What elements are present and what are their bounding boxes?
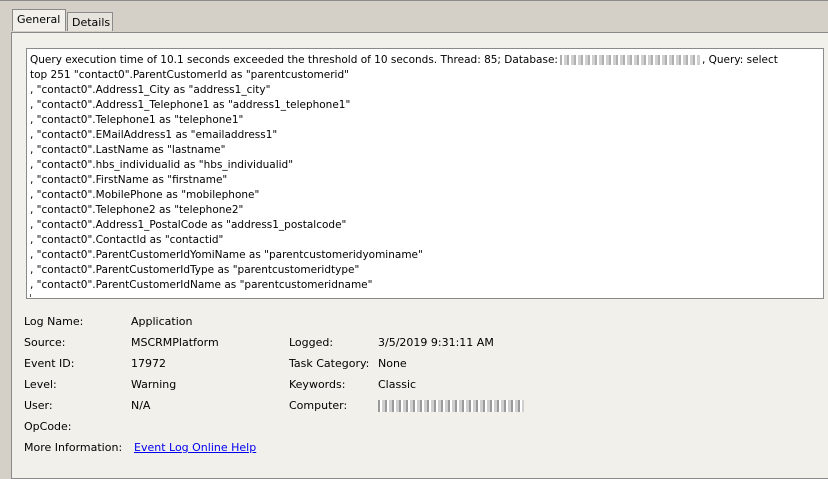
task-category-label: Task Category:: [289, 357, 370, 370]
tab-details[interactable]: Details: [67, 12, 113, 31]
message-line: , "contact0".Address1_Telephone1 as "add…: [30, 99, 351, 111]
message-line: , "contact0".ContactId as "contactid": [30, 234, 224, 246]
log-name-label: Log Name:: [24, 315, 84, 328]
window-top-border: [0, 0, 828, 1]
message-line: Query execution time of 10.1 seconds exc…: [27, 53, 823, 68]
user-label: User:: [24, 399, 53, 412]
user-value: N/A: [131, 399, 151, 412]
log-name-value: Application: [131, 315, 193, 328]
tab-general-label: General: [17, 13, 61, 26]
message-line: , "contact0".Telephone1 as "telephone1": [30, 114, 244, 126]
event-id-label: Event ID:: [24, 357, 75, 370]
message-line: , "contact0".FirstName as "firstname": [30, 174, 228, 186]
event-id-value: 17972: [131, 357, 166, 370]
keywords-value: Classic: [378, 378, 417, 391]
message-line: , "contact0".Address1_PostalCode as "add…: [30, 219, 347, 231]
task-category-value: None: [378, 357, 407, 370]
message-line: , "contact0".ParentCustomerIdType as "pa…: [30, 264, 360, 276]
level-label: Level:: [24, 378, 57, 391]
event-log-online-help-link[interactable]: Event Log Online Help: [134, 440, 256, 456]
logged-label: Logged:: [289, 336, 334, 349]
overflow-indicator: [30, 294, 36, 297]
message-line: , "contact0".Address1_City as "address1_…: [30, 84, 271, 96]
level-value: Warning: [131, 378, 177, 391]
opcode-label: OpCode:: [24, 420, 72, 433]
message-line: , "contact0".ParentCustomerIdYomiName as…: [30, 249, 423, 261]
message-line: , "contact0".LastName as "lastname": [30, 144, 226, 156]
message-line: top 251 "contact0".ParentCustomerId as "…: [30, 69, 349, 81]
message-line: , "contact0".EMailAddress1 as "emailaddr…: [30, 129, 278, 141]
message-line1-suffix: , Query: select: [701, 54, 778, 66]
message-line: , "contact0".MobilePhone as "mobilephone…: [30, 189, 260, 201]
message-line: , "contact0".hbs_individualid as "hbs_in…: [30, 159, 294, 171]
message-line: , "contact0".ParentCustomerIdName as "pa…: [30, 279, 373, 291]
tab-details-label: Details: [72, 16, 111, 29]
redacted-database-name: [559, 55, 700, 65]
computer-label: Computer:: [289, 399, 348, 412]
tab-general[interactable]: General: [12, 9, 66, 31]
message-line1-prefix: Query execution time of 10.1 seconds exc…: [30, 54, 558, 66]
keywords-label: Keywords:: [289, 378, 346, 391]
more-information-label: More Information:: [24, 441, 123, 454]
source-value: MSCRMPlatform: [131, 336, 219, 349]
logged-value: 3/5/2019 9:31:11 AM: [378, 336, 494, 349]
redacted-computer-name: [378, 400, 524, 412]
event-message-textbox[interactable]: Query execution time of 10.1 seconds exc…: [26, 48, 824, 299]
source-label: Source:: [24, 336, 66, 349]
message-line: , "contact0".Telephone2 as "telephone2": [30, 204, 244, 216]
